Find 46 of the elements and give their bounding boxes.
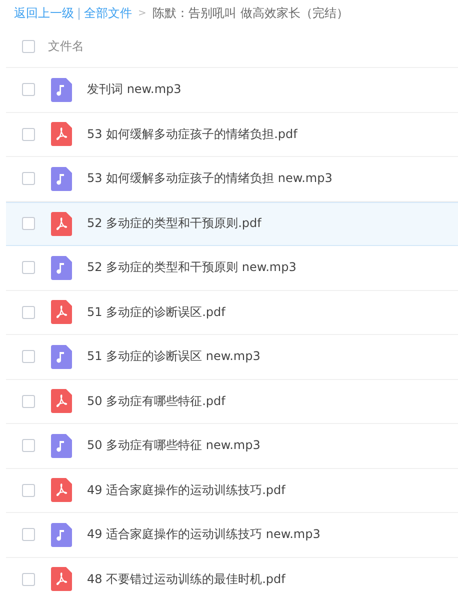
pdf-file-icon <box>51 300 72 324</box>
row-checkbox[interactable] <box>22 83 35 96</box>
file-name: 50 多动症有哪些特征 new.mp3 <box>87 437 260 454</box>
file-row[interactable]: 49 适合家庭操作的运动训练技巧.pdf <box>6 468 458 513</box>
music-file-icon <box>51 344 72 369</box>
music-file-icon <box>51 256 72 280</box>
file-name: 51 多动症的诊断误区.pdf <box>87 304 226 321</box>
file-name: 49 适合家庭操作的运动训练技巧.pdf <box>87 482 286 499</box>
pdf-file-icon <box>51 122 72 146</box>
file-name: 53 如何缓解多动症孩子的情绪负担 new.mp3 <box>87 170 332 188</box>
select-all-checkbox[interactable] <box>22 40 35 53</box>
file-name: 发刊词 new.mp3 <box>87 81 182 98</box>
file-row[interactable]: 52 多动症的类型和干预原则.pdf <box>6 202 458 246</box>
row-checkbox[interactable] <box>22 528 35 542</box>
file-row[interactable]: 53 如何缓解多动症孩子的情绪负担.pdf <box>6 112 458 157</box>
file-name: 48 不要错过运动训练的最佳时机.pdf <box>87 570 286 588</box>
music-file-icon <box>51 78 72 102</box>
row-checkbox[interactable] <box>22 217 35 230</box>
music-file-icon <box>51 434 72 458</box>
file-row[interactable]: 51 多动症的诊断误区.pdf <box>6 290 458 335</box>
file-name: 49 适合家庭操作的运动训练技巧 new.mp3 <box>87 526 320 544</box>
file-name: 51 多动症的诊断误区 new.mp3 <box>87 348 260 366</box>
pdf-file-icon <box>51 389 72 414</box>
pdf-file-icon <box>51 212 72 236</box>
row-checkbox[interactable] <box>22 350 35 364</box>
row-checkbox[interactable] <box>22 172 35 186</box>
current-folder: 陈默：告别吼叫 做高效家长（完结） <box>152 4 348 22</box>
file-name: 53 如何缓解多动症孩子的情绪负担.pdf <box>87 126 298 143</box>
music-file-icon <box>51 522 72 547</box>
separator: | <box>77 6 82 20</box>
row-checkbox[interactable] <box>22 306 35 319</box>
file-name: 52 多动症的类型和干预原则.pdf <box>87 215 262 232</box>
row-checkbox[interactable] <box>22 261 35 274</box>
pdf-file-icon <box>51 478 72 502</box>
pdf-file-icon <box>51 567 72 592</box>
row-checkbox[interactable] <box>22 394 35 408</box>
music-file-icon <box>51 166 72 191</box>
row-checkbox[interactable] <box>22 128 35 141</box>
file-row[interactable]: 50 多动症有哪些特征.pdf <box>6 380 458 424</box>
row-checkbox[interactable] <box>22 484 35 497</box>
row-checkbox[interactable] <box>22 439 35 452</box>
file-name: 52 多动症的类型和干预原则 new.mp3 <box>87 259 296 276</box>
column-header: 文件名 <box>48 38 84 55</box>
file-name: 50 多动症有哪些特征.pdf <box>87 392 226 410</box>
chevron: > <box>137 8 148 18</box>
row-checkbox[interactable] <box>22 572 35 586</box>
